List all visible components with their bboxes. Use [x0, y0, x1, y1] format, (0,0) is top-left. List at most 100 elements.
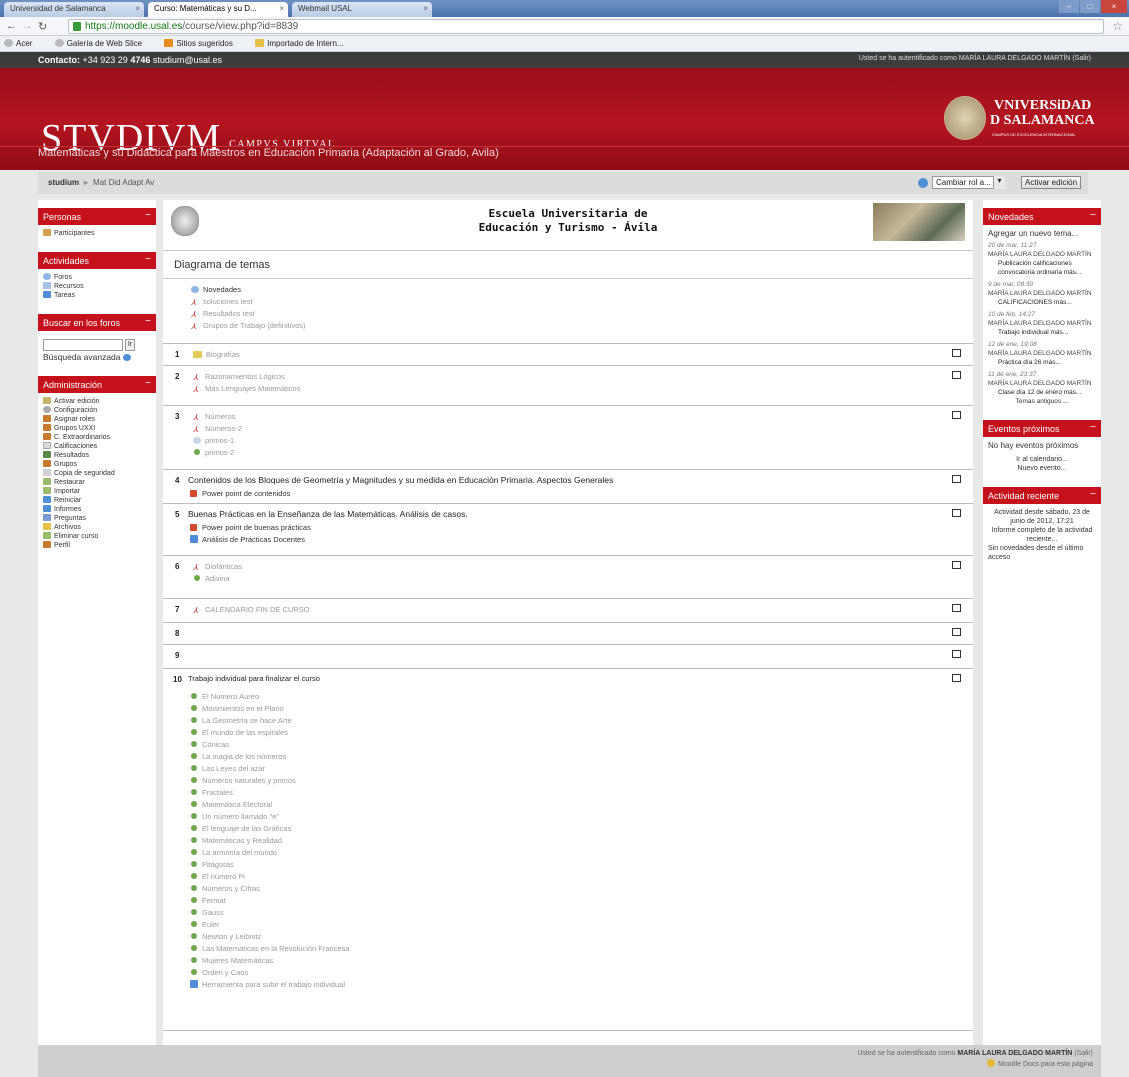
new-event-link[interactable]: Nuevo evento...	[988, 464, 1096, 473]
footer-logout-link[interactable]: (Salir)	[1074, 1050, 1093, 1057]
resource-link[interactable]: Biografías	[193, 350, 933, 362]
admin-calificaciones[interactable]: Calificaciones	[43, 442, 151, 451]
admin-preguntas[interactable]: Preguntas	[43, 514, 151, 523]
bookmark-importado[interactable]: Importado de Intern...	[255, 39, 354, 48]
resource-link[interactable]: La armonía del mundo	[190, 848, 928, 860]
bookmark-star-icon[interactable]: ☆	[1112, 19, 1123, 33]
admin-activar-edicion[interactable]: Activar edición	[43, 397, 151, 406]
admin-reiniciar[interactable]: Reiniciar	[43, 496, 151, 505]
close-window-icon[interactable]: ×	[1101, 0, 1127, 13]
full-report-link[interactable]: Informe completo de la actividad recient…	[988, 526, 1096, 544]
admin-extraordinarios[interactable]: C. Extraordinarios	[43, 433, 151, 442]
edit-mode-button[interactable]: Activar edición	[1021, 176, 1082, 189]
footer-user-link[interactable]: MARÍA LAURA DELGADO MARTÍN	[957, 1050, 1072, 1057]
resource-link[interactable]: Adivina	[193, 574, 933, 586]
logout-link[interactable]: (Salir)	[1072, 55, 1091, 62]
post-link[interactable]: Clase día 12 de enero más...	[988, 388, 1096, 397]
contact-email[interactable]: studium@usal.es	[153, 55, 222, 65]
show-section-icon[interactable]	[952, 349, 961, 357]
tab-universidad[interactable]: Universidad de Salamanca ×	[4, 2, 144, 17]
activity-recursos[interactable]: Recursos	[43, 282, 151, 291]
maximize-icon[interactable]: □	[1080, 0, 1100, 13]
resource-link[interactable]: Un número llamado "e"	[190, 812, 928, 824]
admin-grupos[interactable]: Grupos	[43, 460, 151, 469]
admin-eliminar[interactable]: Eliminar curso	[43, 532, 151, 541]
activity-tareas[interactable]: Tareas	[43, 291, 151, 300]
forum-search-input[interactable]	[43, 339, 123, 351]
show-section-icon[interactable]	[952, 604, 961, 612]
resource-link[interactable]: Fractales	[190, 788, 928, 800]
show-section-icon[interactable]	[952, 475, 961, 483]
resource-link[interactable]: Mujeres Matemáticas	[190, 956, 928, 968]
collapse-icon[interactable]: −	[145, 210, 151, 221]
resource-link[interactable]: La magia de los números	[190, 752, 928, 764]
back-icon[interactable]: ←	[6, 20, 17, 32]
resource-link[interactable]: Cónicas	[190, 740, 928, 752]
resource-link[interactable]: Novedades	[191, 285, 931, 297]
resource-link[interactable]: El lenguaje de las Gráficas	[190, 824, 928, 836]
resource-link[interactable]: El Número Aureo	[190, 692, 928, 704]
resource-link[interactable]: Pitágoras	[190, 860, 928, 872]
resource-link[interactable]: primos-2	[193, 448, 933, 460]
admin-configuracion[interactable]: Configuración	[43, 406, 151, 415]
resource-link[interactable]: Matemáticas y Realidad	[190, 836, 928, 848]
resource-link[interactable]: Matemática Electoral	[190, 800, 928, 812]
reload-icon[interactable]: ↻	[38, 20, 47, 33]
collapse-icon[interactable]: −	[145, 254, 151, 265]
bookmark-sitios[interactable]: Sitios sugeridos	[164, 39, 242, 48]
resource-link[interactable]: Números naturales y primos	[190, 776, 928, 788]
post-link[interactable]: Práctica día 26 más...	[988, 358, 1096, 367]
bookmark-webslice[interactable]: Galería de Web Slice	[54, 39, 152, 48]
resource-link[interactable]: ⅄ Razonamientos Lógicos	[193, 372, 933, 384]
show-section-icon[interactable]	[952, 509, 961, 517]
resource-link[interactable]: ⅄ Diofánticas	[193, 562, 933, 574]
collapse-icon[interactable]: −	[145, 316, 151, 327]
user-link[interactable]: MARÍA LAURA DELGADO MARTÍN	[959, 55, 1071, 62]
collapse-icon[interactable]: −	[1090, 422, 1096, 433]
collapse-icon[interactable]: −	[145, 378, 151, 389]
admin-asignar-roles[interactable]: Asignar roles	[43, 415, 151, 424]
resource-link[interactable]: ⅄ Resultados test	[191, 309, 931, 321]
resource-link[interactable]: ⅄ soluciones test	[191, 297, 931, 309]
resource-link[interactable]: ⅄ Números	[193, 412, 933, 424]
resource-link[interactable]: El mundo de las espirales	[190, 728, 928, 740]
resource-link[interactable]: Euler	[190, 920, 928, 932]
resource-link[interactable]: Power point de contenidos	[188, 489, 928, 501]
participants-link[interactable]: Participantes	[43, 229, 151, 238]
help-icon[interactable]	[122, 354, 131, 361]
post-link[interactable]: Trabajo individual más...	[988, 328, 1096, 337]
resource-link[interactable]: ⅄ Más Lenguajes Matemáticos	[193, 384, 933, 396]
minimize-icon[interactable]: –	[1059, 0, 1079, 13]
activity-foros[interactable]: Foros	[43, 273, 151, 282]
close-icon[interactable]: ×	[423, 4, 428, 13]
show-section-icon[interactable]	[952, 371, 961, 379]
admin-copia[interactable]: Copia de seguridad	[43, 469, 151, 478]
forward-icon[interactable]: →	[22, 20, 33, 32]
show-section-icon[interactable]	[952, 674, 961, 682]
post-link[interactable]: CALIFICACIONES más...	[988, 298, 1096, 307]
tab-curso[interactable]: Curso: Matemáticas y su D... ×	[148, 2, 288, 17]
collapse-icon[interactable]: −	[1090, 210, 1096, 221]
post-link[interactable]: Publicación calificaciones convocatoria …	[988, 259, 1096, 277]
resource-link[interactable]: Las Leyes del azar	[190, 764, 928, 776]
close-icon[interactable]: ×	[279, 4, 284, 13]
admin-resultados[interactable]: Resultados	[43, 451, 151, 460]
admin-restaurar[interactable]: Restaurar	[43, 478, 151, 487]
show-section-icon[interactable]	[952, 561, 961, 569]
admin-grupos-uxxi[interactable]: Grupos UXXI	[43, 424, 151, 433]
resource-link[interactable]: Orden y Caos	[190, 968, 928, 980]
resource-link[interactable]: Newton y Leibnitz	[190, 932, 928, 944]
close-icon[interactable]: ×	[135, 4, 140, 13]
advanced-search-link[interactable]: Búsqueda avanzada	[43, 353, 151, 362]
resource-link[interactable]: Fermat	[190, 896, 928, 908]
resource-link[interactable]: Las Matemáticas en la Revolución Frances…	[190, 944, 928, 956]
bookmark-acer[interactable]: Acer	[4, 39, 42, 48]
admin-importar[interactable]: Importar	[43, 487, 151, 496]
calendar-link[interactable]: Ir al calendario...	[988, 455, 1096, 464]
resource-link[interactable]: Números y Cifras	[190, 884, 928, 896]
show-section-icon[interactable]	[952, 411, 961, 419]
resource-link[interactable]: ⅄ Grupos de Trabajo (definitivos)	[191, 321, 931, 333]
collapse-icon[interactable]: −	[1090, 489, 1096, 500]
resource-link[interactable]: ⅄ CALENDARIO FIN DE CURSO	[193, 605, 933, 617]
resource-link[interactable]: primos-1	[193, 436, 933, 448]
